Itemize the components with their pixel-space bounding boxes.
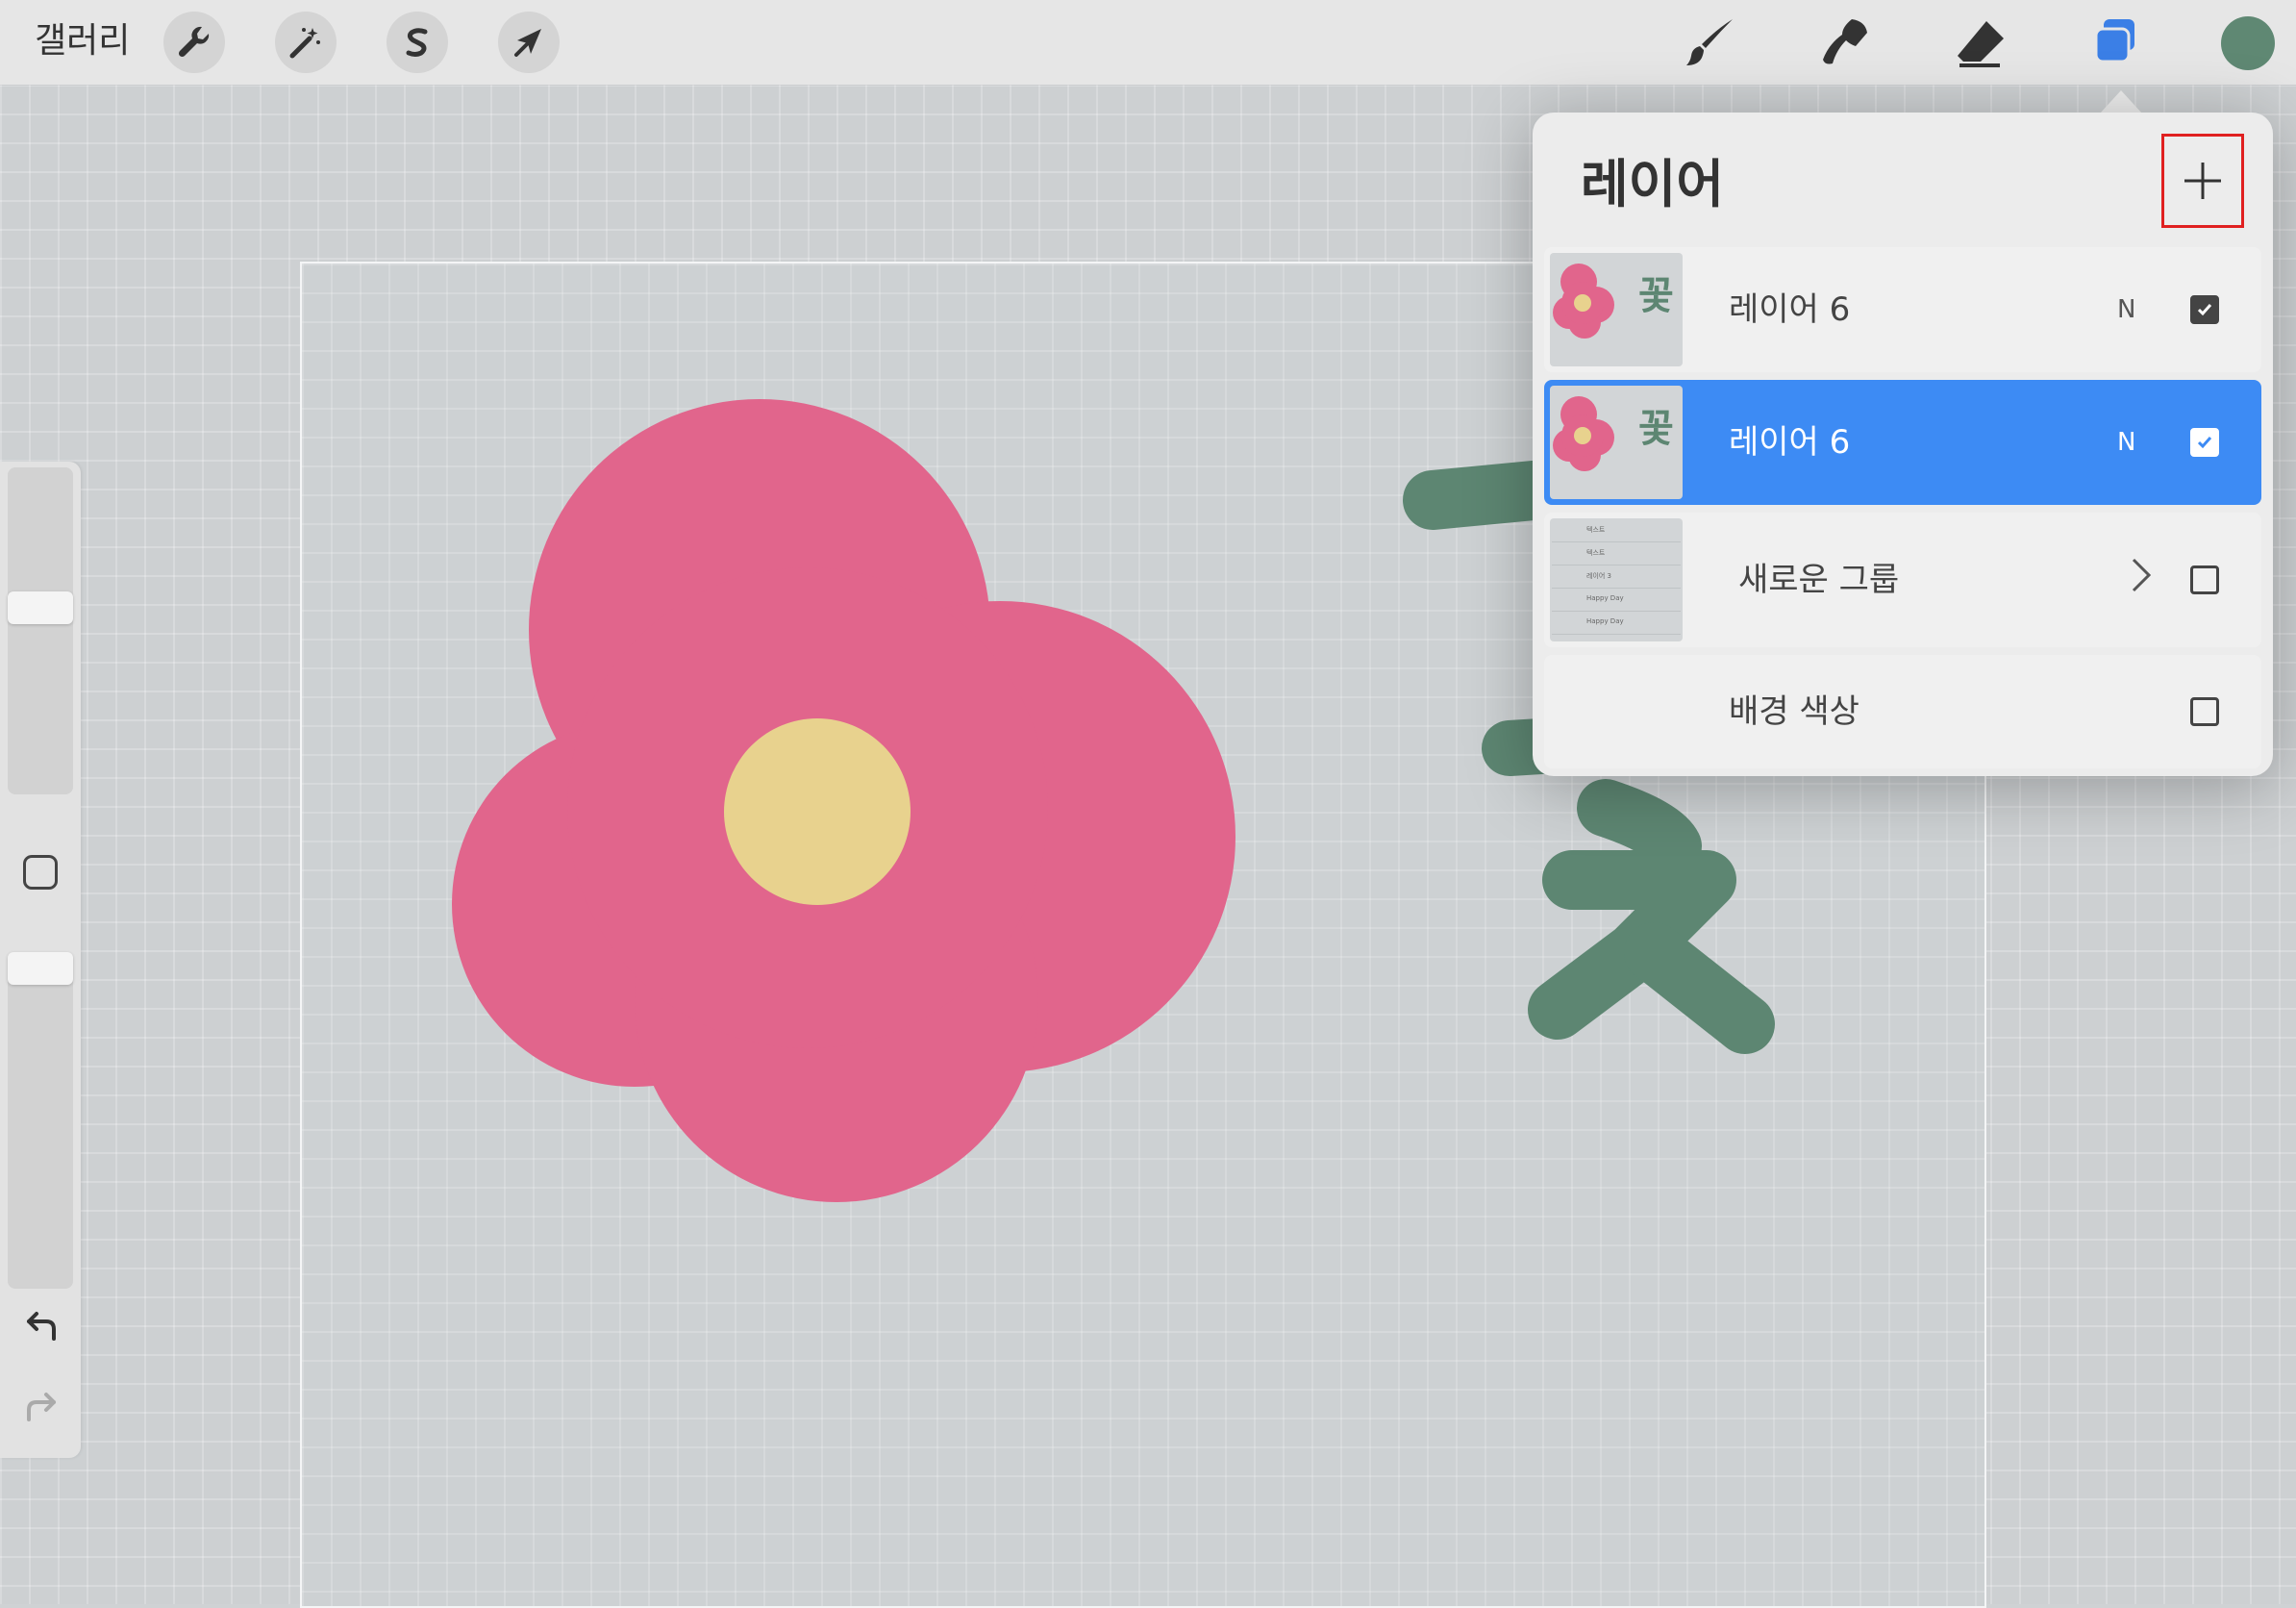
group-thumb-row: 텍스트: [1552, 543, 1681, 565]
brush-size-handle[interactable]: [8, 591, 73, 624]
wrench-icon: [178, 26, 210, 58]
group-thumb-label: 레이어 3: [1586, 572, 1611, 580]
arrow-cursor-icon: [514, 29, 541, 57]
color-swatch[interactable]: [2221, 16, 2275, 70]
opacity-slider[interactable]: [8, 952, 73, 1289]
blend-mode-button[interactable]: N: [2117, 380, 2135, 505]
magic-wand-icon: [289, 28, 320, 59]
layer-group-row[interactable]: 텍스트 텍스트 레이어 3 Happy Day Happy Day 새로운 그룹: [1544, 513, 2261, 647]
layer-thumbnail: 꽃: [1550, 386, 1683, 499]
layers-panel-pointer: [2100, 90, 2142, 113]
layers-icon: [2094, 19, 2134, 63]
checkmark-icon: [2197, 437, 2212, 449]
gallery-button[interactable]: 갤러리: [35, 17, 130, 65]
layer-name: 레이어 6: [1729, 290, 1851, 329]
layer-row-selected[interactable]: 꽃 레이어 6 N: [1544, 380, 2261, 505]
plus-icon: [2184, 163, 2221, 199]
blend-mode-button[interactable]: N: [2117, 247, 2135, 372]
layer-name: 배경 색상: [1729, 692, 1859, 731]
group-thumb-label: Happy Day: [1586, 617, 1624, 625]
chevron-right-icon[interactable]: [2131, 557, 2152, 593]
top-toolbar: 갤러리: [0, 0, 2296, 85]
adjustments-button[interactable]: [275, 12, 337, 73]
group-thumb-label: 텍스트: [1586, 549, 1606, 557]
layer-thumbnail: 꽃: [1550, 253, 1683, 366]
flower-drawing: [452, 399, 1235, 1202]
modify-button[interactable]: [23, 855, 58, 890]
smudge-button[interactable]: [1815, 13, 1877, 71]
group-thumb-row: 레이어 3: [1552, 566, 1681, 589]
visibility-checkbox[interactable]: [2190, 565, 2219, 594]
visibility-checkbox[interactable]: [2190, 428, 2219, 457]
actions-button[interactable]: [163, 12, 225, 73]
layers-button[interactable]: [2084, 13, 2146, 71]
group-thumb-label: Happy Day: [1586, 594, 1624, 602]
transform-button[interactable]: [498, 12, 560, 73]
selection-s-icon: [406, 28, 428, 57]
layer-name: 레이어 6: [1729, 423, 1851, 462]
brush-size-slider[interactable]: [8, 467, 73, 794]
layers-panel-title: 레이어: [1581, 154, 1725, 214]
group-thumb-row: Happy Day: [1552, 590, 1681, 612]
smudge-icon: [1823, 19, 1867, 64]
redo-icon[interactable]: [21, 1389, 62, 1425]
layers-panel: 레이어 꽃 레이어 6 N 꽃 레이어 6 N 텍스트 텍스트 레이어 3 Ha…: [1533, 113, 2273, 776]
opacity-handle[interactable]: [8, 952, 73, 985]
left-sidebar: [0, 462, 81, 1458]
flower-center: [724, 718, 911, 905]
eraser-button[interactable]: [1950, 13, 2011, 71]
group-thumb-row: Happy Day: [1552, 613, 1681, 635]
thumbnail-text: 꽃: [1638, 407, 1674, 451]
visibility-checkbox[interactable]: [2190, 697, 2219, 726]
group-thumbnail: 텍스트 텍스트 레이어 3 Happy Day Happy Day: [1550, 518, 1683, 641]
add-layer-button[interactable]: [2161, 134, 2244, 228]
brush-button[interactable]: [1681, 13, 1742, 71]
thumbnail-text: 꽃: [1638, 274, 1674, 318]
background-color-row[interactable]: 배경 색상: [1544, 655, 2261, 768]
layer-row[interactable]: 꽃 레이어 6 N: [1544, 247, 2261, 372]
selection-button[interactable]: [387, 12, 448, 73]
group-thumb-label: 텍스트: [1586, 526, 1606, 534]
eraser-icon: [1958, 21, 2004, 67]
undo-icon[interactable]: [21, 1308, 62, 1344]
group-thumb-row: 텍스트: [1552, 520, 1681, 542]
group-name: 새로운 그룹: [1738, 561, 1900, 599]
brush-icon: [1686, 19, 1733, 65]
visibility-checkbox[interactable]: [2190, 295, 2219, 324]
checkmark-icon: [2197, 304, 2212, 316]
